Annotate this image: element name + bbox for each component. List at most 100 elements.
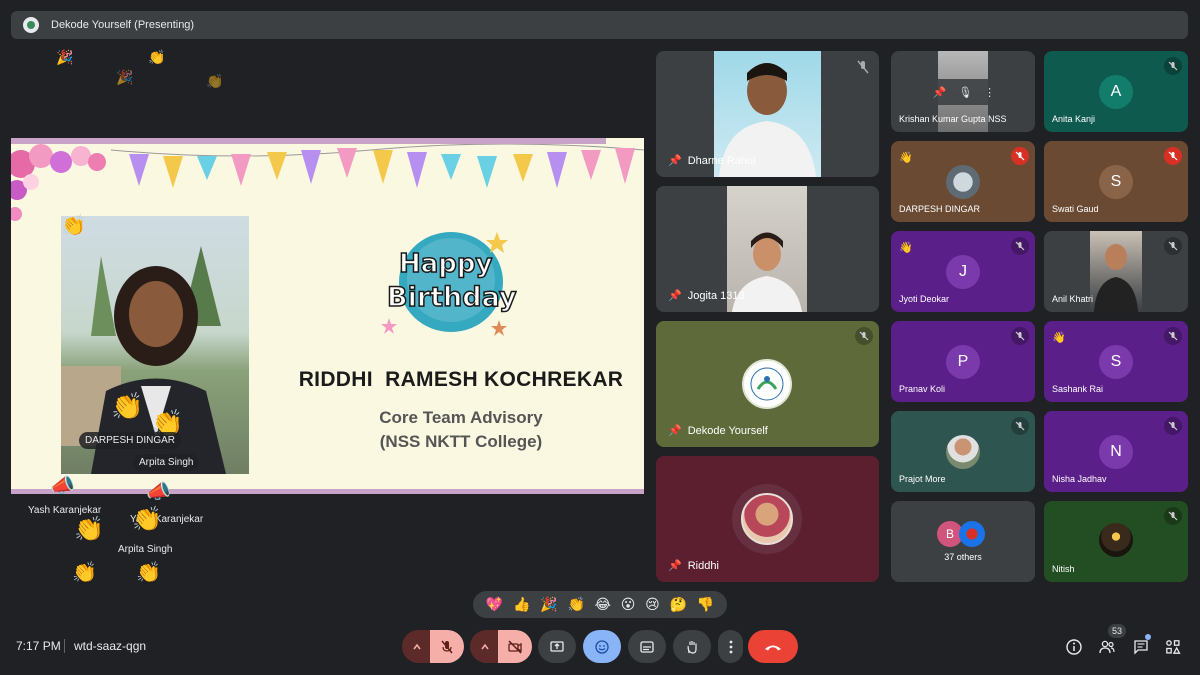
people-icon[interactable] [1098,638,1116,656]
mic-off-icon [1011,237,1029,255]
participant-tile[interactable]: Nitish [1044,501,1188,582]
party-popper-icon: 🎉 [56,49,74,65]
meeting-code: wtd-saaz-qgn [74,639,147,653]
tile-hover-controls[interactable]: 📌 🎙 ⋮ [921,79,1007,105]
raise-hand-button[interactable] [673,630,711,663]
participant-name: Swati Gaud [1052,204,1099,214]
participant-avatar: S [1099,345,1133,379]
captions-button[interactable] [628,630,666,663]
participant-avatar [1099,523,1133,557]
participant-tile[interactable]: A Anita Kanji [1044,51,1188,132]
reactions-button[interactable] [583,630,621,663]
thinking-reaction-icon[interactable]: 🤔 [669,596,686,613]
end-call-icon [765,645,781,650]
party-popper-icon: 🎉 [116,69,134,85]
more-options-icon[interactable]: ⋮ [984,86,995,99]
pin-icon: 📌 [668,155,682,167]
raise-hand-icon [687,640,697,654]
surprised-reaction-icon[interactable]: 😮 [621,596,636,613]
riddhi-avatar [741,493,793,545]
speaking-indicator-icon [855,327,873,345]
others-count: 37 others [944,552,982,562]
raised-hand-icon: 👋 [899,242,913,254]
participant-name: Pranav Koli [899,384,946,394]
camera-off-icon [508,639,522,654]
participant-tile[interactable]: 📌 🎙 ⋮ Krishan Kumar Gupta NSS [891,51,1035,132]
megaphone-icon: 📣 [146,481,171,503]
participant-tile-large[interactable]: 📌 Jogita 1313 [656,186,879,312]
participant-avatar [946,165,980,199]
birthday-person-role: Core Team Advisory [379,408,543,427]
mic-off-icon [1164,417,1182,435]
participant-tile[interactable]: N Nisha Jadhav [1044,411,1188,492]
meeting-info-icon[interactable] [1065,638,1083,656]
participant-name: Anil Khatri [1052,294,1094,304]
participant-name: Anita Kanji [1052,114,1096,124]
participant-avatar: J [946,255,980,289]
participant-name: Jyoti Deokar [899,294,950,304]
participant-tile[interactable]: S Swati Gaud [1044,141,1188,222]
pin-icon: 📌 [668,560,682,572]
thumbs-up-reaction-icon[interactable]: 👍 [513,596,530,613]
participant-tile[interactable]: Anil Khatri [1044,231,1188,312]
birthday-person-name: RIDDHI RAMESH KOCHREKAR [298,368,624,391]
clap-icon: 👏 [74,516,104,543]
participant-tile[interactable]: 👋 J Jyoti Deokar [891,231,1035,312]
chat-icon[interactable] [1132,638,1150,656]
participant-tile-large[interactable]: 📌 Dharne Rahul [656,51,879,177]
laugh-reaction-icon[interactable]: 😂 [595,596,611,613]
mic-off-icon [1011,417,1029,435]
captions-icon [640,640,654,653]
video-options-chevron-icon[interactable] [470,630,500,663]
emoji-icon [595,639,609,654]
presenter-logo-icon [23,17,39,33]
bunting-decoration [111,144,644,188]
megaphone-icon: 📣 [50,475,75,497]
clap-icon: 👏 [61,215,86,237]
microphone-toggle-button[interactable] [430,630,464,663]
presenting-bar[interactable]: Dekode Yourself (Presenting) [11,11,1188,39]
birthday-text: Birthday [387,282,517,313]
mic-off-icon [1164,237,1182,255]
participant-name: DARPESH DINGAR [899,204,981,214]
participant-tile-large[interactable]: 📌 Dekode Yourself [656,321,879,447]
participant-name: Sashank Rai [1052,384,1104,394]
clap-icon: 👏 [72,562,97,584]
more-options-button[interactable] [718,630,743,663]
leave-call-button[interactable] [748,630,798,663]
participant-avatar: A [1099,75,1133,109]
happy-text: Happy [399,249,493,279]
present-screen-icon [550,640,564,652]
participant-tile[interactable]: 👋 S Sashank Rai [1044,321,1188,402]
clap-reaction-icon[interactable]: 👏 [567,596,584,613]
participant-name: Krishan Kumar Gupta NSS [899,114,1007,124]
divider [64,639,65,653]
participant-tile[interactable]: 👋 DARPESH DINGAR [891,141,1035,222]
participant-name: Nitish [1052,564,1075,574]
mic-off-icon [1164,507,1182,525]
chat-notification-dot [1145,634,1151,640]
pin-icon[interactable]: 📌 [933,86,947,99]
clap-icon: 👏 [136,562,161,584]
mic-off-icon [441,640,453,653]
party-popper-reaction-icon[interactable]: 🎉 [540,596,557,613]
present-screen-button[interactable] [538,630,576,663]
heart-reaction-icon[interactable]: 💖 [486,596,503,613]
activities-icon[interactable] [1164,638,1182,656]
pin-icon: 📌 [668,425,682,437]
audio-options-chevron-icon[interactable] [402,630,432,663]
participant-name: Dekode Yourself [687,424,768,437]
camera-toggle-button[interactable] [498,630,532,663]
reaction-name-chip: Arpita Singh [133,454,200,471]
others-tile[interactable]: B 37 others [891,501,1035,582]
participant-tile-large[interactable]: 📌 Riddhi [656,456,879,582]
clap-icon: 👏 [132,506,162,533]
participant-name: Jogita 1313 [687,289,745,302]
sad-reaction-icon[interactable]: 😢 [645,596,660,613]
mute-icon[interactable]: 🎙 [958,86,972,99]
presenting-title: Dekode Yourself (Presenting) [51,19,195,31]
raised-hand-icon: 👋 [1052,332,1066,344]
participant-tile[interactable]: Prajot More [891,411,1035,492]
participant-tile[interactable]: P Pranav Koli [891,321,1035,402]
thumbs-down-reaction-icon[interactable]: 👎 [697,596,714,613]
